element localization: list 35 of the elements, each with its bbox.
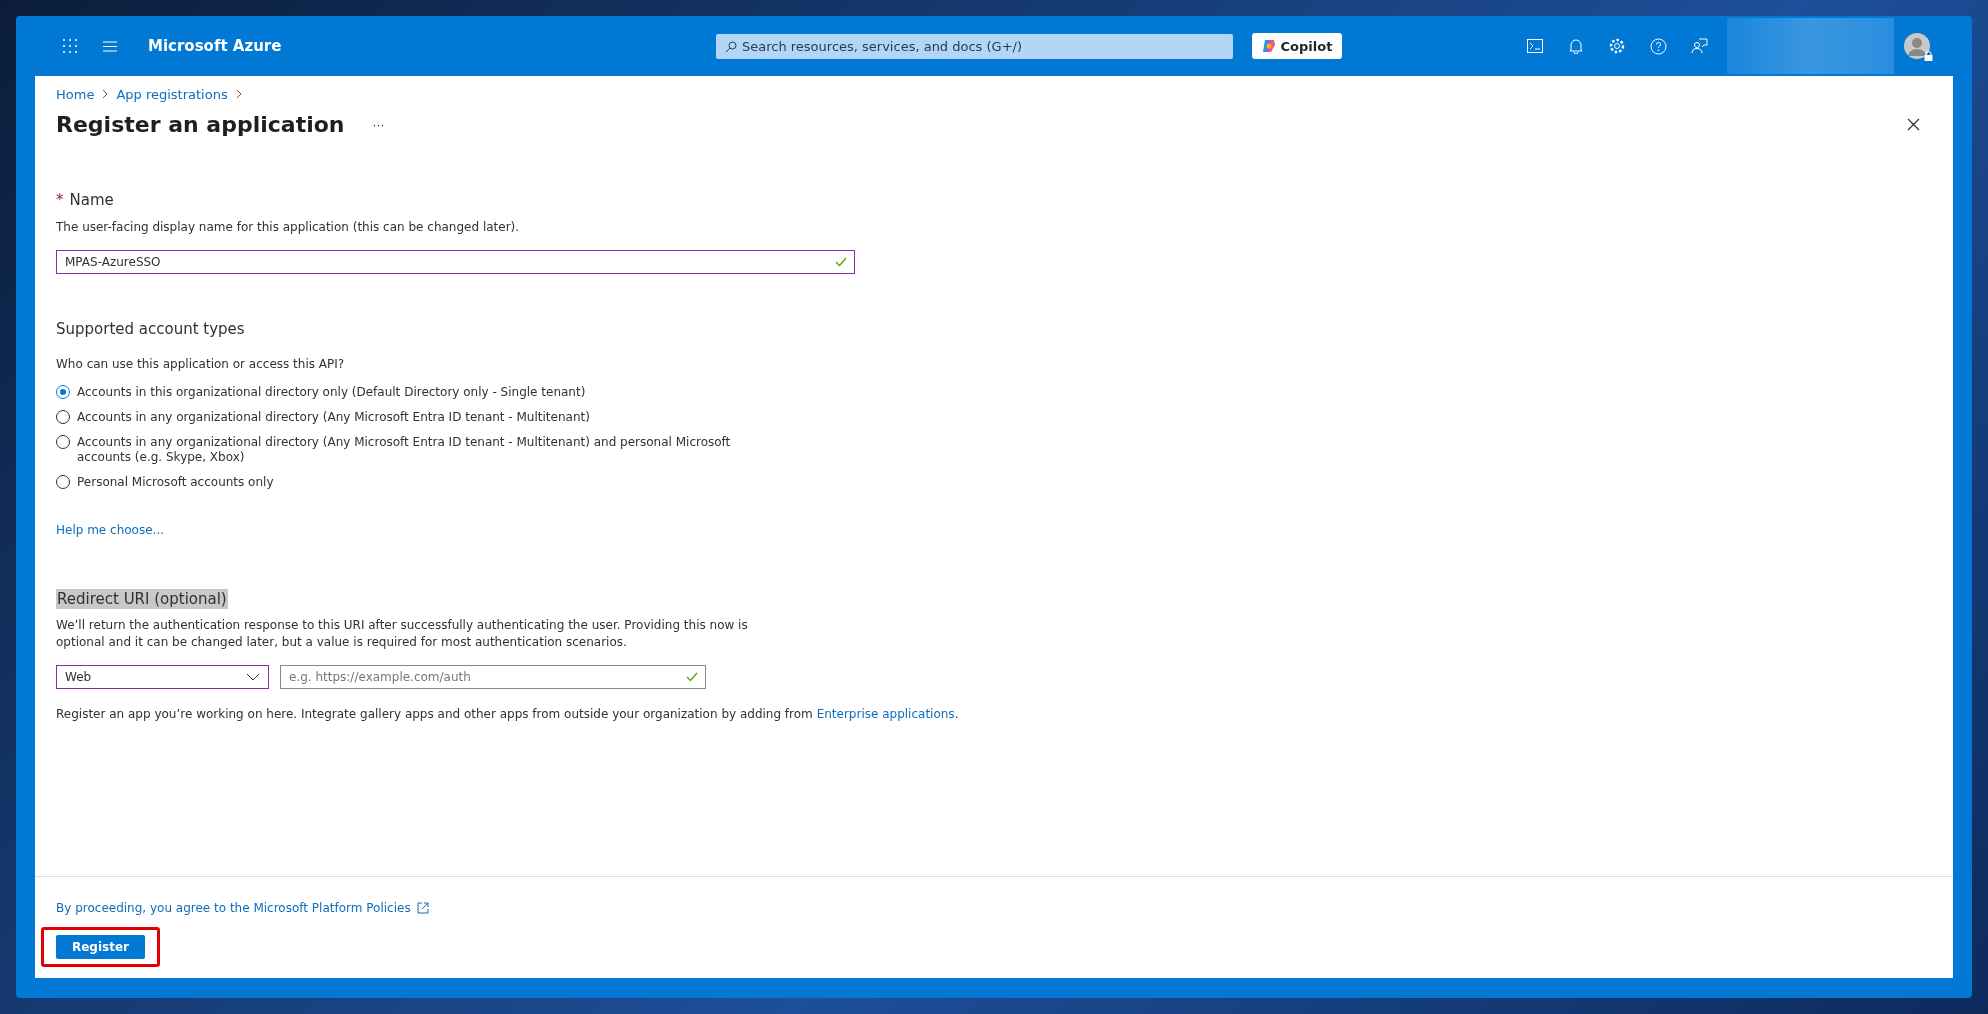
copilot-logo-icon <box>1261 39 1276 53</box>
chevron-down-icon <box>246 673 260 681</box>
section-heading: Supported account types <box>56 320 246 338</box>
search-field[interactable]: Search resources, services, and docs (G+/) <box>716 33 1233 59</box>
external-link-icon <box>416 902 429 914</box>
required-mark: * <box>56 191 64 209</box>
note-text: Register an app you’re working on here. Integrate gallery apps and other apps from outside your organization by adding from <box>56 707 813 721</box>
search-icon <box>725 40 737 53</box>
name-field[interactable]: MPAS-AzureSSO <box>56 250 855 274</box>
chevron-icon <box>102 89 109 99</box>
breadcrumb-link[interactable]: Home <box>56 86 95 102</box>
note-end: . <box>954 707 959 721</box>
chevron-icon <box>235 89 242 99</box>
enterprise-link[interactable]: Enterprise applications <box>816 707 955 721</box>
section-question: Who can use this application or access this API? <box>56 356 346 373</box>
radio-label[interactable]: Accounts in this organizational directory only (Default Directory only - Single tenant) <box>77 385 586 400</box>
lock-icon <box>1924 51 1933 61</box>
breadcrumb-link[interactable]: App registrations <box>116 86 228 102</box>
copilot-button[interactable]: Copilot <box>1252 33 1342 59</box>
section-heading: Redirect URI (optional) <box>56 589 228 609</box>
avatar[interactable] <box>1904 33 1930 59</box>
policies-link[interactable]: By proceeding, you agree to the Microsoft Platform Policies <box>56 901 429 915</box>
radio-label[interactable]: Accounts in any organizational directory (Any Microsoft Entra ID tenant - Multitenant) <box>77 410 590 425</box>
brand-title[interactable]: Microsoft Azure <box>148 37 716 55</box>
field-label: Name <box>69 191 114 209</box>
redirect-uri-field[interactable]: e.g. https://example.com/auth <box>280 665 706 689</box>
radio-label[interactable]: Personal Microsoft accounts only <box>77 475 274 490</box>
section-description: We’ll return the authentication response to this URI after successfully authenticating the user. Providing this now is optional and it can be changed later, but a value is required for most authentication scenarios. <box>56 617 749 651</box>
field-description: The user-facing display name for this application (this can be changed later). <box>56 219 521 236</box>
more-button[interactable]: ··· <box>366 116 391 133</box>
page-title: Register an application <box>56 112 345 137</box>
help-link[interactable]: Help me choose... <box>56 523 165 537</box>
radio-label[interactable]: Accounts in any organizational directory (Any Microsoft Entra ID tenant - Multitenant) and personal Microsoft accounts (e.g. Skype, Xbox) <box>77 435 756 465</box>
platform-dropdown[interactable]: Web <box>56 665 269 689</box>
register-button[interactable]: Register <box>56 935 145 959</box>
